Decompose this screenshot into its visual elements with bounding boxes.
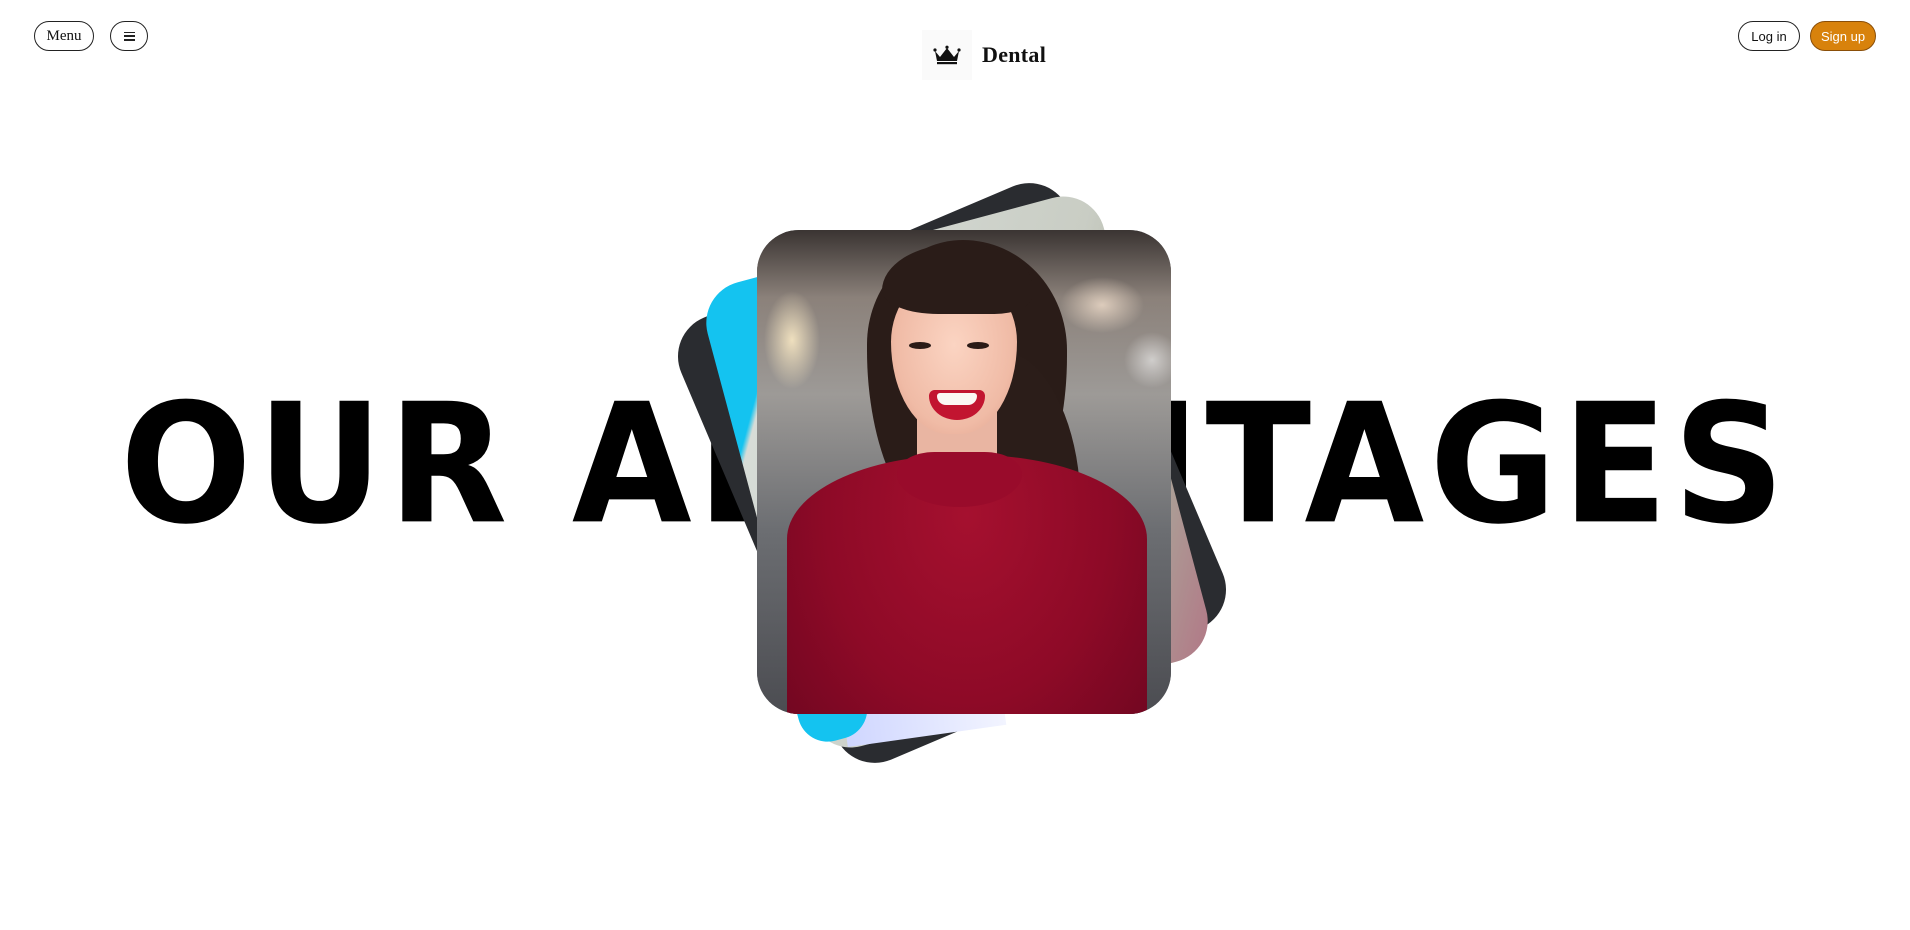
login-button-label: Log in: [1751, 28, 1787, 44]
smiling-woman-photo: [757, 230, 1171, 714]
menu-button-label: Menu: [46, 27, 82, 44]
brand-logo-link[interactable]: Dental: [922, 30, 1046, 80]
photo-card-front[interactable]: [757, 230, 1171, 714]
crown-icon: [922, 30, 972, 80]
login-button[interactable]: Log in: [1738, 21, 1800, 51]
brand-name: Dental: [982, 42, 1047, 67]
hamburger-button[interactable]: [110, 21, 148, 51]
hamburger-icon: [123, 31, 135, 41]
menu-button[interactable]: Menu: [34, 21, 94, 51]
signup-button-label: Sign up: [1820, 28, 1866, 44]
site-header: Menu Dental Log in Sign up: [0, 0, 1910, 90]
signup-button[interactable]: Sign up: [1810, 21, 1876, 51]
